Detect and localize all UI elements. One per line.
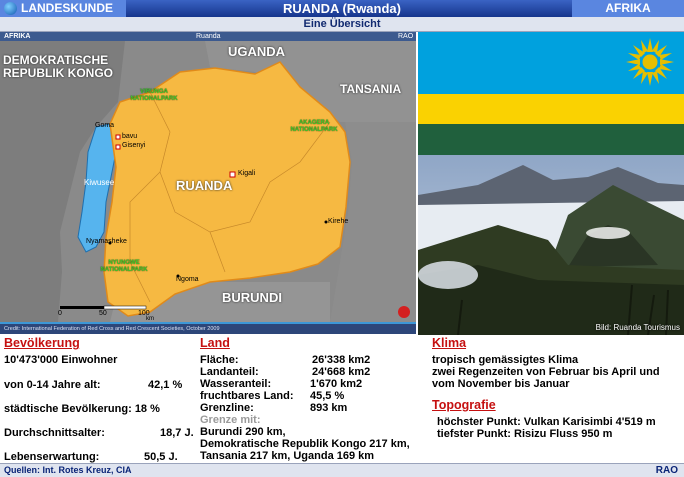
map-label-uganda: UGANDA [228, 44, 286, 59]
map-region-label: AFRIKA [4, 33, 31, 40]
map-label-tanzania: TANSANIA [340, 82, 402, 96]
map-label-rwanda: RUANDA [176, 178, 233, 193]
footer-sources: Quellen: Int. Rotes Kreuz, CIA [4, 465, 132, 475]
map-scale-50: 50 [99, 310, 107, 317]
land-landanteil-value: 24'668 km2 [312, 366, 371, 378]
klima-line-3: vom November bis Januar [432, 378, 570, 390]
land-grenze-burundi: Burundi 290 km, [200, 426, 286, 438]
rwanda-map: AFRIKA Ruanda RAO DEMOKRATISCHE REPUBLIK… [0, 32, 416, 334]
flag-green-band [418, 124, 684, 155]
land-flaeche-value: 26'338 km2 [312, 354, 371, 366]
map-label-burundi: BURUNDI [222, 290, 282, 305]
bev-leben-label: Lebenserwartung: [4, 451, 100, 463]
map-country-label: Ruanda [196, 33, 221, 40]
section-label-text: LANDESKUNDE [21, 1, 114, 15]
footer-bar: Quellen: Int. Rotes Kreuz, CIA RAO [0, 463, 684, 477]
map-lake-kivu: Kiwusee [84, 178, 115, 187]
map-park-virunga: VIRUNGA NATIONALPARK [130, 89, 178, 102]
map-city-goma: Goma [95, 122, 115, 129]
klima-line-1: tropisch gemässigtes Klima [432, 354, 579, 366]
land-wasser-label: Wasseranteil: [200, 378, 272, 390]
map-city-ngoma: Ngoma [176, 276, 199, 283]
land-frucht-value: 45,5 % [310, 390, 345, 402]
bev-stadt: städtische Bevölkerung: 18 % [4, 403, 160, 415]
map-city-gisenyi: Gisenyi [122, 142, 146, 149]
footer-brand: RAO [655, 465, 678, 476]
map-label-drc: DEMOKRATISCHE REPUBLIK KONGO [3, 53, 114, 80]
map-city-nyamasheke: Nyamasheke [86, 238, 127, 245]
section-label: LANDESKUNDE [0, 0, 126, 17]
heading-topografie: Topografie [432, 398, 496, 412]
bev-alter-label: Durchschnittsalter: [4, 427, 105, 439]
land-grenze-mit: Grenze mit: [200, 414, 261, 426]
continent-label: AFRIKA [572, 0, 684, 17]
map-brand-label: RAO [398, 33, 414, 40]
flag-sun-icon [626, 38, 674, 86]
land-grenz-label: Grenzline: [200, 402, 254, 414]
land-grenze-drc: Demokratische Republik Kongo 217 km, [200, 438, 410, 450]
land-flaeche-label: Fläche: [200, 354, 239, 366]
map-city-bavu: bavu [122, 133, 138, 140]
globe-icon [4, 2, 17, 15]
land-grenze-tansania-uganda: Tansania 217 km, Uganda 169 km [200, 450, 375, 462]
topo-tiefster-punkt: tiefster Punkt: Risizu Fluss 950 m [437, 428, 613, 440]
klima-line-2: zwei Regenzeiten von Februar bis April u… [432, 366, 660, 378]
rwanda-flag [418, 32, 684, 155]
page-title: RUANDA (Rwanda) [283, 1, 401, 16]
bev-jung-label: von 0-14 Jahre alt: [4, 379, 101, 391]
heading-bevoelkerung: Bevölkerung [4, 336, 80, 350]
map-scale-0: 0 [58, 310, 62, 317]
map-park-akagera: AKAGERA NATIONALPARK [290, 120, 338, 133]
map-credit: Credit: International Federation of Red … [0, 324, 416, 334]
land-frucht-label: fruchtbares Land: [200, 390, 294, 402]
heading-klima: Klima [432, 336, 467, 350]
map-scale-unit: km [146, 316, 154, 322]
heading-land: Land [200, 336, 230, 350]
map-city-kirehe: Kirehe [328, 218, 349, 225]
map-title-bar: AFRIKA Ruanda RAO [0, 32, 416, 41]
page-subtitle: Eine Übersicht [0, 17, 684, 32]
land-landanteil-label: Landanteil: [200, 366, 259, 378]
bev-alter-value: 18,7 J. [160, 427, 194, 439]
land-wasser-value: 1'670 km2 [310, 378, 363, 390]
bev-einwohner: 10'473'000 Einwohner [4, 354, 118, 366]
map-park-nyungwe: NYUNGWE NATIONALPARK [100, 260, 148, 273]
land-grenz-value: 893 km [310, 402, 348, 414]
topo-hoechster-punkt: höchster Punkt: Vulkan Karisimbi 4'519 m [437, 416, 656, 428]
bev-leben-value: 50,5 J. [144, 451, 178, 463]
volcano-photo: Bild: Ruanda Tourismus [418, 155, 684, 335]
bev-jung-value: 42,1 % [148, 379, 183, 391]
flag-yellow-band [418, 94, 684, 124]
photo-caption: Bild: Ruanda Tourismus [595, 323, 680, 332]
volcano-landscape-image [418, 155, 684, 335]
map-city-kigali: Kigali [238, 170, 256, 177]
